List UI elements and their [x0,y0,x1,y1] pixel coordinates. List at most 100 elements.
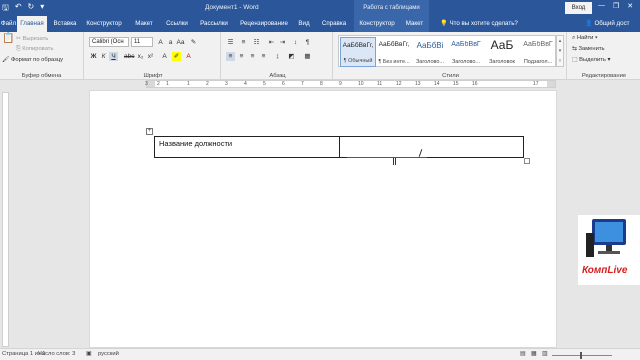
language[interactable]: русский [98,351,119,357]
ibeam-cursor-icon [393,158,396,165]
increase-indent-icon[interactable]: ⇥ [278,38,287,47]
redo-icon[interactable]: ↻ [28,2,35,16]
tab-references[interactable]: Ссылки [164,16,190,32]
font-name-combo[interactable]: Calibri (Осн [89,37,129,47]
computer-logo-icon [586,219,626,257]
borders-icon[interactable]: ▦ [303,52,312,61]
highlight-icon[interactable]: ✐ [172,52,181,61]
tab-layout[interactable]: Макет [133,16,155,32]
ruler-number: 2 [157,81,160,87]
clipboard-group-label: Буфер обмена [21,73,62,79]
editing-group-label: Редактирование [581,73,627,79]
vertical-ruler[interactable] [2,92,9,347]
ruler-left-margin [147,81,155,87]
table-resize-handle[interactable] [524,158,530,164]
font-color-icon[interactable]: A [184,52,193,61]
subscript-icon[interactable]: x₂ [136,52,145,61]
align-center-icon[interactable]: ≡ [237,52,246,61]
share-button[interactable]: 👤 Общий дост [585,16,630,32]
share-label: Общий дост [594,20,630,27]
tab-mailings[interactable]: Рассылки [198,16,230,32]
horizontal-ruler[interactable]: 3 2 1 1 2 3 4 5 6 7 8 9 10 11 12 13 14 1… [145,80,556,88]
word-count[interactable]: Число слов: 3 [38,351,75,357]
document-page[interactable] [89,90,557,348]
justify-icon[interactable]: ≡ [259,52,268,61]
style-title[interactable]: АаБ Заголовок [484,37,520,67]
minimize-button[interactable]: — [598,2,605,10]
customize-qat-icon[interactable]: ▾ [40,2,44,16]
login-button[interactable]: Вход [565,2,592,14]
find-button[interactable]: ⌕ Найти ▾ [572,35,597,42]
font-group: Calibri (Осн 11 A a Aa ✎ Ж К Ч abc x₂ x²… [86,32,221,80]
tab-table-design[interactable]: Конструктор [354,16,400,32]
numbering-icon[interactable]: ≡ [239,38,248,47]
text-effects-icon[interactable]: A [160,52,169,61]
shading-icon[interactable]: ◩ [287,52,296,61]
proofing-icon[interactable]: ▣ [86,351,91,357]
zoom-slider[interactable] [552,355,612,356]
ribbon: 📋 ✂ Вырезать ⎘ Копировать 🖌 Формат по об… [0,32,640,80]
ruler-number: 2 [206,81,209,87]
clipboard-group: 📋 ✂ Вырезать ⎘ Копировать 🖌 Формат по об… [0,32,84,80]
bold-icon[interactable]: Ж [89,52,98,61]
document-table[interactable]: Название должности [154,136,524,158]
sort-icon[interactable]: ↕ [291,38,300,47]
close-button[interactable]: ✕ [627,2,633,10]
table-tools-context-title: Работа с таблицами [354,0,429,16]
ruler-number: 17 [533,81,539,87]
undo-icon[interactable]: ↶ [15,2,22,16]
italic-icon[interactable]: К [99,52,108,61]
print-layout-icon[interactable]: ▦ [531,351,536,357]
shrink-font-icon[interactable]: a [166,38,175,47]
style-no-spacing[interactable]: АаБбВвГг, ¶ Без инте... [376,37,412,67]
style-subtitle[interactable]: АаБбВвГ Подзагол... [520,37,556,67]
underline-icon[interactable]: Ч [109,52,118,61]
tell-me-search[interactable]: 💡 Что вы хотите сделать? [440,16,518,32]
replace-button[interactable]: ⇆ Заменить [572,46,605,52]
superscript-icon[interactable]: x² [146,52,155,61]
table-move-handle-icon[interactable]: + [146,128,153,135]
web-layout-icon[interactable]: ▥ [542,351,547,357]
save-icon[interactable]: 🖫 [2,2,9,16]
chevron-down-icon: ▾ [593,35,598,41]
show-marks-icon[interactable]: ¶ [303,38,312,47]
tab-home[interactable]: Главная [17,16,47,32]
font-size-combo[interactable]: 11 [131,37,153,47]
lightbulb-icon: 💡 [440,20,448,27]
table-cell-job-title[interactable]: Название должности [155,137,340,157]
tab-help[interactable]: Справка [320,16,348,32]
style-normal[interactable]: АаБбВвГг, ¶ Обычный [340,37,376,67]
ruler-number: 9 [339,81,342,87]
style-heading-1[interactable]: АаБбВі Заголово... [412,37,448,67]
tab-table-layout[interactable]: Макет [400,16,429,32]
align-right-icon[interactable]: ≡ [248,52,257,61]
line-spacing-icon[interactable]: ↨ [273,52,282,61]
tab-insert[interactable]: Вставка [50,16,80,32]
clear-format-icon[interactable]: ✎ [189,38,198,47]
table-cell-signature[interactable] [340,137,523,157]
bullets-icon[interactable]: ☰ [226,38,235,47]
select-button[interactable]: ⬚ Выделить ▾ [572,57,610,63]
copy-button[interactable]: ⎘ Копировать [16,46,53,53]
tab-design[interactable]: Конструктор [84,16,124,32]
strikethrough-icon[interactable]: abc [124,52,134,61]
styles-gallery-scroll[interactable]: ▴ ▾ ▿ [556,35,564,67]
tab-file[interactable]: Файл [0,16,17,32]
decrease-indent-icon[interactable]: ⇤ [267,38,276,47]
style-heading-2[interactable]: АаБбВвГ Заголово... [448,37,484,67]
restore-button[interactable]: ❐ [613,2,619,10]
tab-view[interactable]: Вид [296,16,312,32]
tab-review[interactable]: Рецензирование [238,16,290,32]
ruler-number: 14 [434,81,440,87]
align-left-icon[interactable]: ≡ [226,52,235,61]
zoom-slider-thumb[interactable] [580,352,582,359]
paste-icon[interactable]: 📋 [2,33,14,44]
ruler-number: 8 [320,81,323,87]
cut-button[interactable]: ✂ Вырезать [16,36,48,42]
read-mode-icon[interactable]: ▤ [520,351,525,357]
title-bar: 🖫 ↶ ↻ ▾ Документ1 - Word Работа с таблиц… [0,0,640,16]
format-painter-button[interactable]: 🖌 Формат по образцу [2,57,63,63]
multilevel-list-icon[interactable]: ☷ [252,38,261,47]
change-case-icon[interactable]: Aa [176,38,185,47]
grow-font-icon[interactable]: A [156,38,165,47]
